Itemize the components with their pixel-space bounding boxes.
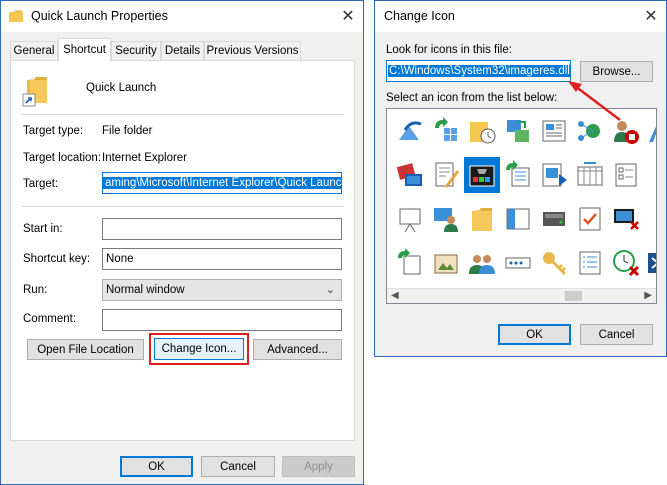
window-panel-icon[interactable] bbox=[500, 201, 536, 237]
password-field-icon[interactable] bbox=[500, 245, 536, 281]
checklist-icon[interactable] bbox=[608, 157, 644, 193]
properties-window: Quick Launch Properties ✕ General Shortc… bbox=[0, 0, 364, 485]
run-label: Run: bbox=[23, 284, 48, 296]
change-icon-title: Change Icon bbox=[384, 9, 455, 23]
scroll-right-icon[interactable]: ▶ bbox=[644, 290, 652, 301]
target-label: Target: bbox=[23, 178, 59, 190]
folder-clock-icon[interactable] bbox=[464, 113, 500, 149]
look-for-label: Look for icons in this file: bbox=[386, 44, 512, 56]
properties-titlebar[interactable]: Quick Launch Properties ✕ bbox=[1, 1, 363, 32]
browse-button[interactable]: Browse... bbox=[580, 61, 653, 82]
target-input[interactable]: aming\Microsoft\Internet Explorer\Quick … bbox=[102, 172, 342, 194]
list-arrow-icon[interactable] bbox=[500, 157, 536, 193]
desktop-share-icon[interactable] bbox=[392, 113, 428, 149]
file-path-value: C:\Windows\System32\imageres.dll bbox=[388, 65, 570, 77]
shortcut-name: Quick Launch bbox=[86, 82, 157, 94]
select-icon-label: Select an icon from the list below: bbox=[386, 92, 558, 104]
target-type-label: Target type: bbox=[23, 125, 84, 137]
folder-icon bbox=[9, 10, 23, 22]
shortcut-tab-panel: Quick Launch Target type: File folder Ta… bbox=[10, 60, 355, 441]
tab-general[interactable]: General bbox=[10, 41, 58, 60]
change-icon-ok-button[interactable]: OK bbox=[498, 324, 571, 345]
target-type-value: File folder bbox=[102, 125, 153, 137]
icon-list-scrollbar[interactable]: ◀ ▶ bbox=[387, 288, 656, 303]
tab-shortcut[interactable]: Shortcut bbox=[58, 38, 111, 61]
change-icon-close-button[interactable]: ✕ bbox=[636, 1, 666, 31]
run-select[interactable]: Normal window ⌄ bbox=[102, 279, 342, 301]
tab-previous-versions[interactable]: Previous Versions bbox=[204, 41, 301, 60]
change-icon-button[interactable]: Change Icon... bbox=[154, 338, 244, 360]
change-icon-window: Change Icon ✕ Look for icons in this fil… bbox=[374, 0, 667, 357]
document-pen-icon[interactable] bbox=[428, 157, 464, 193]
open-file-location-button[interactable]: Open File Location bbox=[27, 339, 144, 360]
presentation-board-icon[interactable] bbox=[392, 201, 428, 237]
icon-list[interactable]: ◀ ▶ bbox=[386, 108, 657, 304]
list-doc-icon[interactable] bbox=[572, 245, 608, 281]
start-in-label: Start in: bbox=[23, 223, 63, 235]
window-arrow-icon[interactable] bbox=[500, 113, 536, 149]
picture-frame-icon[interactable] bbox=[428, 245, 464, 281]
user-computer-icon[interactable] bbox=[428, 201, 464, 237]
table-columns-icon[interactable] bbox=[572, 157, 608, 193]
change-icon-cancel-button[interactable]: Cancel bbox=[580, 324, 653, 345]
folder-icon[interactable] bbox=[464, 201, 500, 237]
tab-security[interactable]: Security bbox=[111, 41, 161, 60]
selected-icon[interactable] bbox=[464, 157, 500, 193]
computer-remove-icon[interactable] bbox=[608, 201, 644, 237]
change-icon-titlebar[interactable]: Change Icon ✕ bbox=[375, 1, 666, 32]
tab-details[interactable]: Details bbox=[161, 41, 204, 60]
ok-button[interactable]: OK bbox=[120, 456, 193, 477]
media-play-icon[interactable] bbox=[536, 157, 572, 193]
advanced-button[interactable]: Advanced... bbox=[253, 339, 342, 360]
comment-input[interactable] bbox=[102, 309, 342, 331]
shortcut-key-input[interactable]: None bbox=[102, 248, 342, 270]
properties-close-button[interactable]: ✕ bbox=[333, 1, 363, 31]
hard-drive-icon[interactable] bbox=[536, 201, 572, 237]
key-icon[interactable] bbox=[536, 245, 572, 281]
properties-title: Quick Launch Properties bbox=[31, 9, 168, 23]
partial-blue-icon[interactable] bbox=[644, 113, 656, 149]
target-value: aming\Microsoft\Internet Explorer\Quick … bbox=[103, 177, 341, 189]
comment-label: Comment: bbox=[23, 313, 77, 325]
powershell-icon[interactable] bbox=[644, 245, 656, 281]
start-in-input[interactable] bbox=[102, 218, 342, 240]
tiles-arrow-icon[interactable] bbox=[428, 113, 464, 149]
file-path-input[interactable]: C:\Windows\System32\imageres.dll bbox=[386, 60, 571, 82]
scroll-thumb[interactable] bbox=[565, 291, 582, 301]
target-location-value: Internet Explorer bbox=[102, 152, 188, 164]
clock-remove-icon[interactable] bbox=[608, 245, 644, 281]
network-group-icon[interactable] bbox=[572, 113, 608, 149]
scroll-left-icon[interactable]: ◀ bbox=[391, 290, 399, 301]
user-block-icon[interactable] bbox=[608, 113, 644, 149]
document-arrow-icon[interactable] bbox=[392, 245, 428, 281]
shortcut-folder-icon bbox=[22, 77, 47, 107]
target-location-label: Target location: bbox=[23, 152, 101, 164]
slideshow-icon[interactable] bbox=[392, 157, 428, 193]
cancel-button[interactable]: Cancel bbox=[201, 456, 275, 477]
document-image-icon[interactable] bbox=[536, 113, 572, 149]
separator bbox=[22, 206, 344, 207]
chevron-down-icon: ⌄ bbox=[325, 284, 335, 296]
check-doc-icon[interactable] bbox=[572, 201, 608, 237]
shortcut-key-label: Shortcut key: bbox=[23, 253, 91, 265]
users-group-icon[interactable] bbox=[464, 245, 500, 281]
separator bbox=[22, 114, 344, 115]
apply-button: Apply bbox=[282, 456, 355, 477]
